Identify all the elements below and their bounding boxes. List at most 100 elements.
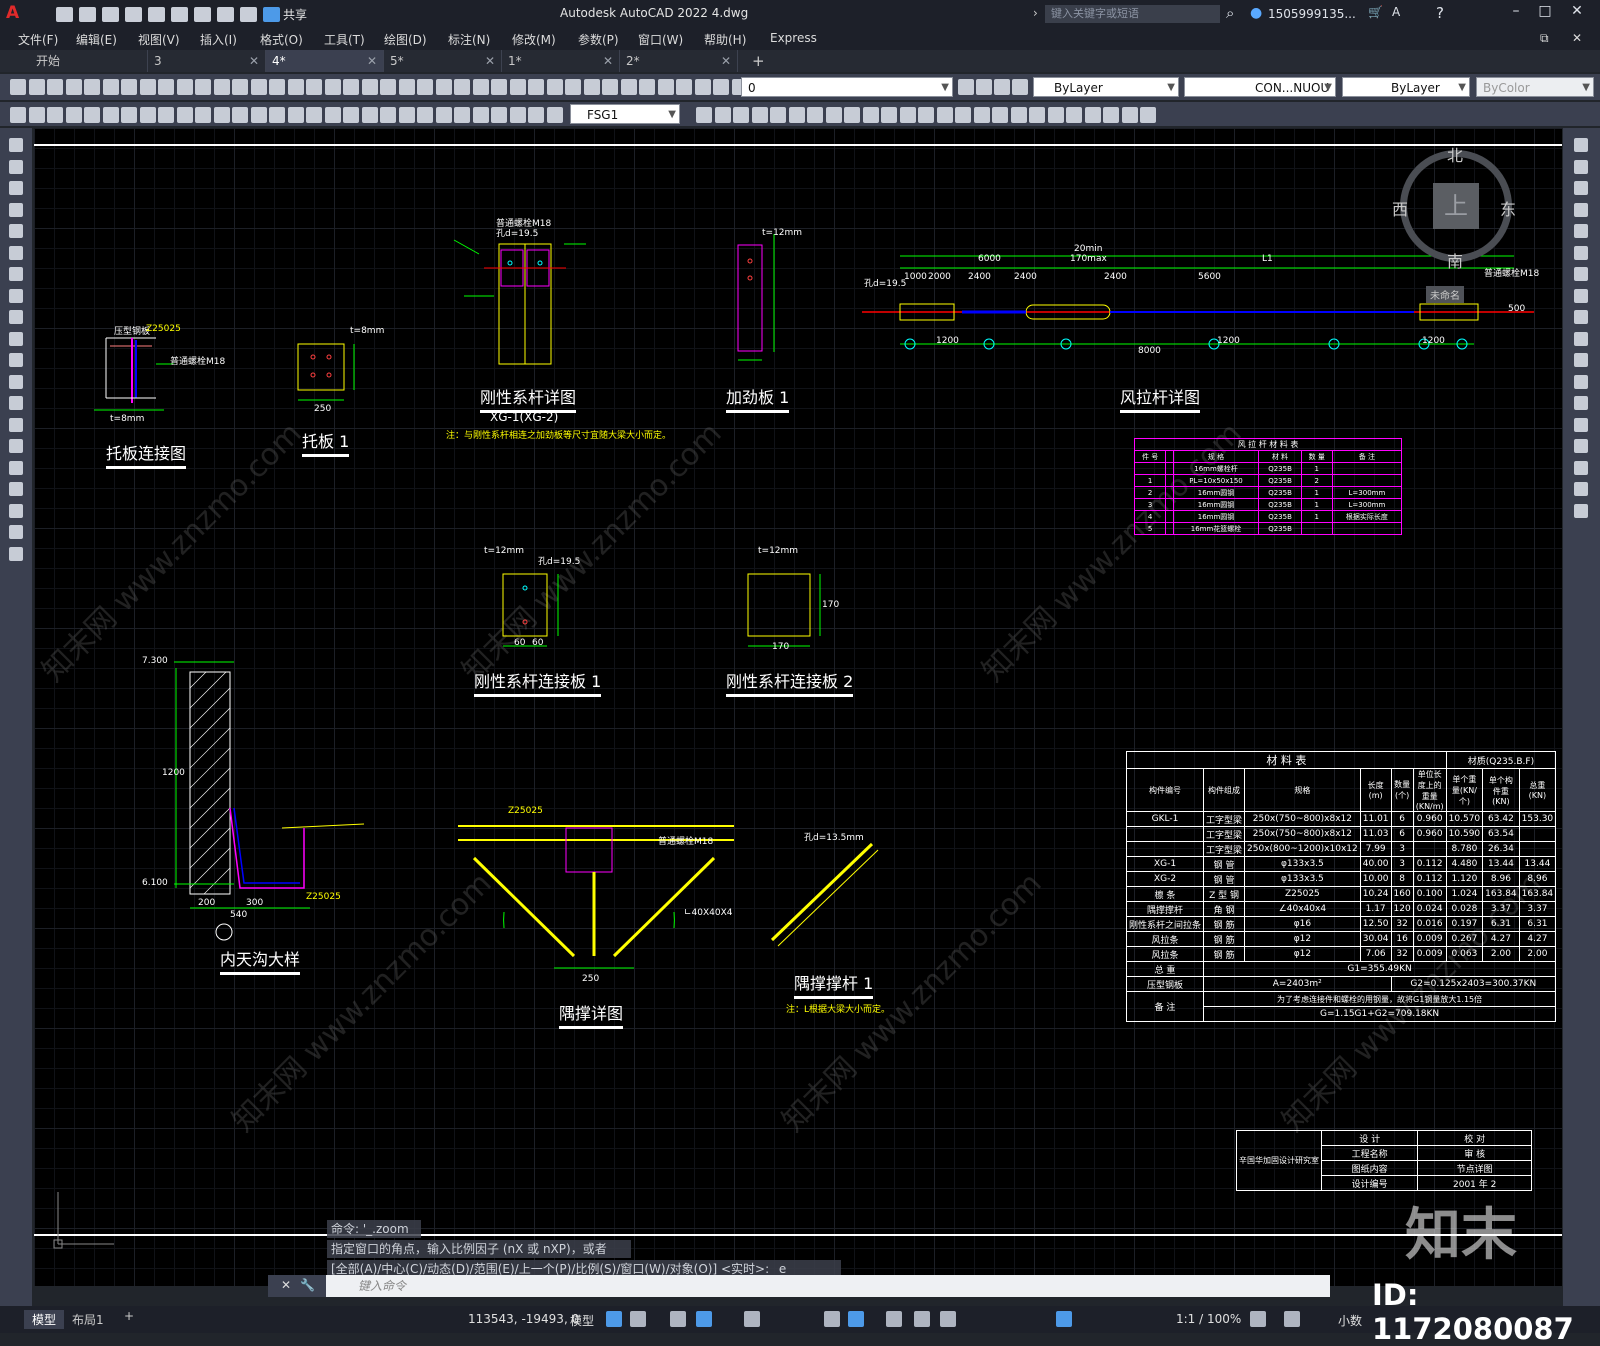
toolbar-tool-icon[interactable] (47, 79, 63, 95)
toolbar-tool-icon[interactable] (770, 107, 786, 123)
toolbar-tool-icon[interactable] (1047, 107, 1064, 123)
toolbar-tool-icon[interactable] (213, 79, 230, 95)
toolbar-tool-icon[interactable] (1574, 181, 1588, 195)
toolbar-tool-icon[interactable] (84, 107, 100, 123)
toolbar-tool-icon[interactable] (269, 79, 285, 95)
toolbar-tool-icon[interactable] (509, 107, 526, 123)
toolbar-tool-icon[interactable] (1121, 107, 1138, 123)
toolbar-tool-icon[interactable] (1574, 353, 1588, 367)
toolbar-tool-icon[interactable] (1066, 107, 1082, 123)
toolbar-tool-icon[interactable] (9, 159, 23, 174)
dimstyle-dropdown[interactable]: FSG1 ▼ (570, 104, 680, 124)
menu-modify[interactable]: 修改(M) (512, 31, 556, 48)
toolbar-tool-icon[interactable] (565, 79, 581, 95)
toolbar-tool-icon[interactable] (10, 79, 26, 95)
toolbar-tool-icon[interactable] (9, 396, 23, 410)
drawing-canvas[interactable]: 知末网 www.znzmo.com 知末网 www.znzmo.com 知末网 … (34, 128, 1562, 1286)
isodraft-icon[interactable] (744, 1311, 760, 1327)
toolbar-tool-icon[interactable] (1574, 310, 1588, 324)
toolbar-tool-icon[interactable] (546, 107, 563, 123)
restore-doc-icon[interactable]: ⧉ (1540, 31, 1549, 46)
grid-icon[interactable] (606, 1311, 622, 1327)
close-tab-icon[interactable]: ✕ (249, 50, 259, 72)
toolbar-tool-icon[interactable] (1574, 267, 1588, 281)
toolbar-tool-icon[interactable] (9, 202, 23, 217)
compass-west[interactable]: 西 (1392, 196, 1408, 220)
toolbar-tool-icon[interactable] (139, 79, 156, 95)
open-file-icon[interactable] (79, 6, 96, 22)
toolbar-tool-icon[interactable] (9, 224, 23, 238)
toolbar-tool-icon[interactable] (1574, 374, 1588, 389)
new-file-icon[interactable] (56, 6, 73, 22)
tab-model[interactable]: 模型 (24, 1310, 65, 1329)
toolbar-tool-icon[interactable] (65, 79, 82, 95)
toolbar-tool-icon[interactable] (676, 79, 692, 95)
ortho-icon[interactable] (670, 1311, 686, 1327)
menu-insert[interactable]: 插入(I) (200, 31, 237, 48)
toolbar-tool-icon[interactable] (1574, 503, 1588, 518)
toolbar-tool-icon[interactable] (306, 107, 322, 123)
toolbar-tool-icon[interactable] (713, 79, 729, 95)
color-dropdown[interactable]: ByLayer ▼ (1033, 77, 1179, 97)
polar-icon[interactable] (696, 1311, 712, 1327)
toolbar-tool-icon[interactable] (1029, 107, 1045, 123)
autodesk-app-icon[interactable]: A (1392, 5, 1400, 19)
model-space-button[interactable]: 模型 (570, 1312, 594, 1329)
tab-5[interactable]: 5* ✕ (384, 50, 502, 72)
toolbar-tool-icon[interactable] (232, 107, 248, 123)
toolbar-tool-icon[interactable] (176, 107, 193, 123)
toolbar-tool-icon[interactable] (1574, 224, 1588, 238)
annotation-icon[interactable] (1056, 1311, 1072, 1327)
compass-north[interactable]: 北 (1447, 142, 1463, 166)
menu-express[interactable]: Express (770, 31, 817, 45)
toolbar-tool-icon[interactable] (936, 107, 953, 123)
toolbar-tool-icon[interactable] (269, 107, 285, 123)
command-input[interactable]: 键入命令 (326, 1275, 1330, 1297)
toolbar-tool-icon[interactable] (657, 79, 674, 95)
close-tab-icon[interactable]: ✕ (367, 50, 377, 72)
annotation-scale[interactable]: 1:1 / 100% (1176, 1312, 1241, 1326)
tab-layout1[interactable]: 布局1 (72, 1311, 104, 1328)
toolbar-tool-icon[interactable] (380, 107, 396, 123)
save-as-icon[interactable] (125, 6, 142, 22)
save-web-icon[interactable] (171, 6, 188, 22)
toolbar-tool-icon[interactable] (324, 79, 341, 95)
menu-edit[interactable]: 编辑(E) (76, 31, 117, 48)
toolbar-tool-icon[interactable] (9, 138, 23, 152)
toolbar-tool-icon[interactable] (620, 79, 637, 95)
toolbar-tool-icon[interactable] (158, 107, 174, 123)
selection-cycling-icon[interactable] (940, 1311, 956, 1327)
toolbar-tool-icon[interactable] (343, 107, 359, 123)
toolbar-tool-icon[interactable] (1010, 107, 1027, 123)
toolbar-tool-icon[interactable] (65, 107, 82, 123)
help-icon[interactable]: ? (1436, 4, 1444, 22)
toolbar-tool-icon[interactable] (9, 460, 23, 475)
snap-icon[interactable] (630, 1311, 646, 1327)
wcs-menu[interactable]: 未命名 (1426, 286, 1464, 303)
share-button[interactable]: 共享 (283, 6, 307, 23)
toolbar-tool-icon[interactable] (714, 107, 731, 123)
toolbar-tool-icon[interactable] (583, 79, 600, 95)
toolbar-tool-icon[interactable] (1574, 331, 1588, 346)
search-input[interactable]: 键入关键字或短语 (1045, 5, 1220, 23)
toolbar-tool-icon[interactable] (918, 107, 934, 123)
layer-dropdown[interactable]: 0 ▼ (741, 77, 953, 97)
toolbar-tool-icon[interactable] (380, 79, 396, 95)
toolbar-tool-icon[interactable] (398, 107, 415, 123)
toolbar-tool-icon[interactable] (1574, 159, 1588, 174)
toolbar-tool-icon[interactable] (195, 107, 211, 123)
search-icon[interactable]: ⌕ (1226, 4, 1234, 22)
toolbar-tool-icon[interactable] (176, 79, 193, 95)
osnap3d-icon[interactable] (848, 1311, 864, 1327)
toolbar-tool-icon[interactable] (807, 107, 823, 123)
save-icon[interactable] (102, 6, 119, 22)
menu-draw[interactable]: 绘图(D) (384, 31, 427, 48)
toolbar-tool-icon[interactable] (9, 503, 23, 518)
toolbar-tool-icon[interactable] (435, 107, 452, 123)
toolbar-tool-icon[interactable] (121, 79, 137, 95)
toolbar-tool-icon[interactable] (9, 267, 23, 281)
close-tab-icon[interactable]: ✕ (485, 50, 495, 72)
toolbar-tool-icon[interactable] (324, 107, 341, 123)
toolbar-tool-icon[interactable] (994, 79, 1010, 95)
menu-help[interactable]: 帮助(H) (704, 31, 746, 48)
